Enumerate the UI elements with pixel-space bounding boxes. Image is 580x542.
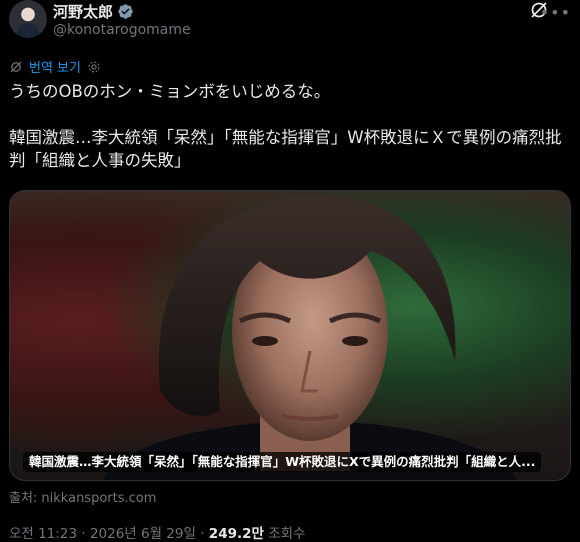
post-date[interactable]: 2026년 6월 29일 (90, 526, 196, 542)
tweet-meta: 오전 11:23 · 2026년 6월 29일 · 249.2만 조회수 (9, 522, 305, 542)
meta-separator: · (81, 526, 90, 542)
link-card[interactable]: 韓国激震…李大統領「呆然」「無能な指揮官」W杯敗退にXで異例の痛烈批判「組織と人… (9, 190, 571, 481)
tweet-text: うちのOBのホン・ミョンボをいじめるな。 韓国激震…李大統領「呆然」「無能な指揮… (9, 82, 562, 170)
verified-badge-icon (118, 3, 133, 19)
card-title[interactable]: 韓国激震…李大統領「呆然」「無能な指揮官」W杯敗退にXで異例の痛烈批判「組織と人… (23, 452, 542, 472)
card-source-link[interactable]: 출처: nikkansports.com (9, 487, 156, 506)
news-photo (102, 195, 518, 480)
gear-icon[interactable] (87, 60, 101, 74)
post-time[interactable]: 오전 11:23 (9, 526, 77, 542)
author-name-row: 河野太郎 (53, 0, 134, 22)
more-options-icon[interactable]: ••• (540, 3, 571, 22)
author-handle[interactable]: @konotarogomame (53, 22, 191, 38)
translate-label[interactable]: 번역 보기 (29, 57, 81, 76)
translate-button[interactable]: 번역 보기 (9, 57, 107, 76)
views-count: 249.2만 (208, 526, 264, 542)
meta-separator: · (200, 526, 209, 542)
views-label: 조회수 (268, 526, 306, 542)
avatar[interactable] (9, 0, 47, 38)
author-display-name[interactable]: 河野太郎 (53, 1, 113, 22)
grok-small-icon (10, 61, 22, 72)
tweet-header: 河野太郎 @konotarogomame ••• (9, 0, 571, 44)
